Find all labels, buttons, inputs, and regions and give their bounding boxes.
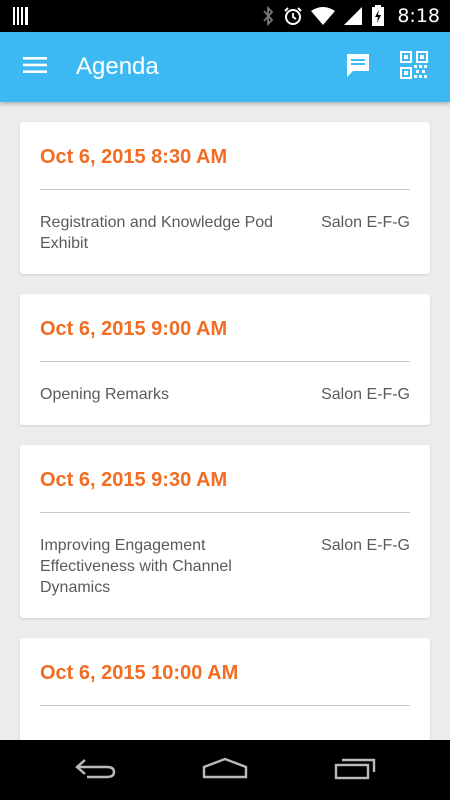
recents-button[interactable] <box>315 740 395 800</box>
agenda-item-date: Oct 6, 2015 8:30 AM <box>40 146 228 168</box>
agenda-item-room: Salon E-F-G <box>321 537 410 554</box>
app-bar: Agenda <box>0 32 450 102</box>
agenda-item-title: Registration and Knowledge Pod Exhibit <box>40 214 274 252</box>
wifi-icon <box>311 6 336 26</box>
agenda-item-date: Oct 6, 2015 9:30 AM <box>40 469 228 491</box>
status-time: 8:18 <box>397 5 440 27</box>
qr-code-icon <box>400 50 428 84</box>
agenda-item-title: Improving Engagement Effectiveness with … <box>40 537 232 596</box>
back-button[interactable] <box>55 740 135 800</box>
agenda-item-date: Oct 6, 2015 9:00 AM <box>40 318 228 340</box>
chat-icon <box>345 52 371 83</box>
page-title: Agenda <box>76 53 159 80</box>
recents-icon <box>333 756 377 785</box>
agenda-item-title: Opening Remarks <box>40 386 169 403</box>
battery-charging-icon <box>371 5 385 27</box>
agenda-item[interactable]: Oct 6, 2015 10:00 AM <box>20 638 430 740</box>
back-icon <box>73 756 117 785</box>
agenda-item-room: Salon E-F-G <box>321 386 410 403</box>
agenda-list[interactable]: Oct 6, 2015 8:30 AM Registration and Kno… <box>0 102 450 740</box>
signal-icon <box>343 6 363 26</box>
home-icon <box>201 756 249 785</box>
home-button[interactable] <box>185 740 265 800</box>
qr-code-button[interactable] <box>386 32 442 102</box>
chat-button[interactable] <box>330 32 386 102</box>
barcode-notification-icon <box>12 6 30 26</box>
agenda-item[interactable]: Oct 6, 2015 8:30 AM Registration and Kno… <box>20 122 430 274</box>
agenda-item[interactable]: Oct 6, 2015 9:30 AM Improving Engagement… <box>20 445 430 618</box>
navigation-bar <box>0 740 450 800</box>
bluetooth-icon <box>261 6 275 26</box>
agenda-item[interactable]: Oct 6, 2015 9:00 AM Opening Remarks Salo… <box>20 294 430 425</box>
agenda-item-date: Oct 6, 2015 10:00 AM <box>40 662 239 684</box>
agenda-item-room: Salon E-F-G <box>321 214 410 231</box>
menu-button[interactable] <box>0 32 70 102</box>
status-bar: 8:18 <box>0 0 450 32</box>
alarm-icon <box>283 6 303 26</box>
menu-icon <box>23 55 47 80</box>
